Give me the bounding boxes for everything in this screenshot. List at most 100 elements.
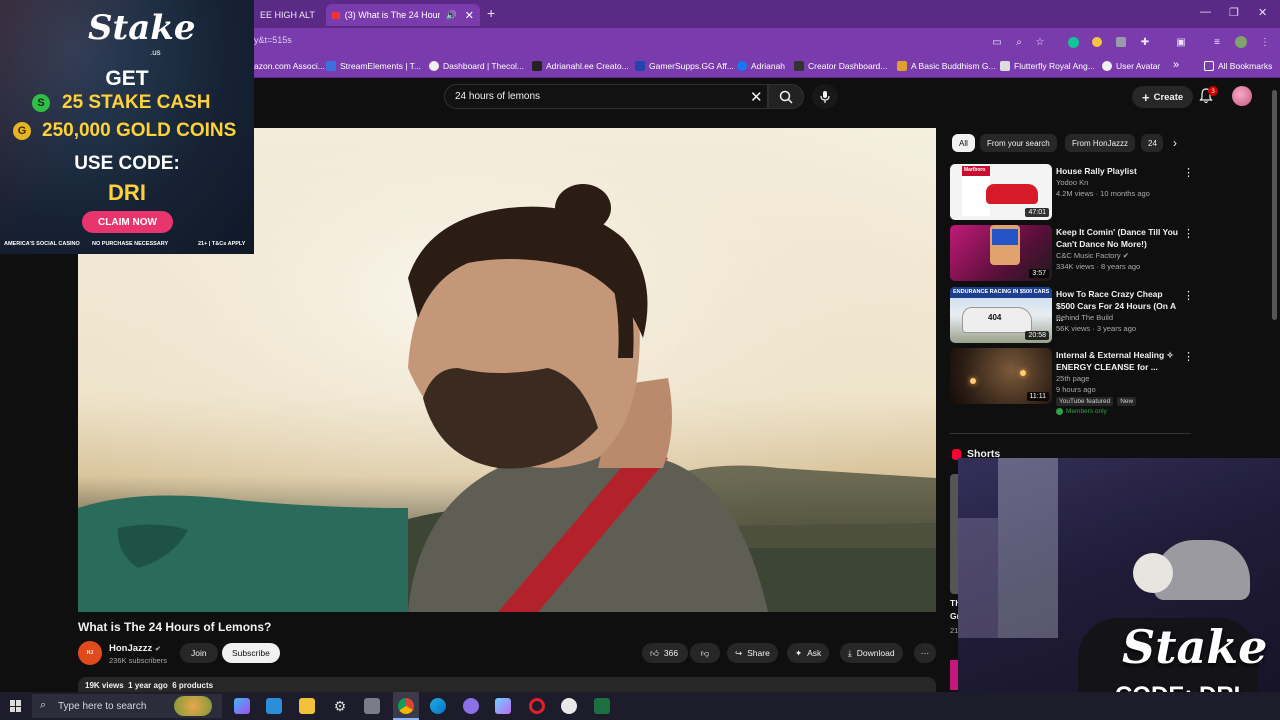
taskbar-search-input[interactable]: ⌕ Type here to search <box>32 694 222 718</box>
rec-title[interactable]: Keep It Comin' (Dance Till You Can't Dan… <box>1056 226 1180 250</box>
ask-button[interactable]: ✦ Ask <box>787 643 830 663</box>
restore-icon[interactable]: ❐ <box>1229 6 1239 19</box>
chip-all[interactable]: All <box>952 134 975 152</box>
puzzle-icon[interactable]: ✚ <box>1138 35 1152 49</box>
zoom-icon[interactable]: ⌕ <box>1012 35 1026 49</box>
app-icon[interactable] <box>495 698 511 714</box>
claim-now-button[interactable]: CLAIM NOW <box>82 211 173 233</box>
tab-search-icon[interactable]: ≡ <box>1210 35 1224 49</box>
close-window-icon[interactable]: ✕ <box>1258 6 1267 19</box>
obs-icon[interactable] <box>561 698 577 714</box>
plus-icon: + <box>1142 89 1150 105</box>
close-icon[interactable]: ✕ <box>465 9 474 22</box>
dislike-button[interactable]: 👎︎ <box>690 643 720 663</box>
rec-meta: 9 hours ago <box>1056 385 1096 394</box>
bookmark-item[interactable]: Adrianah <box>737 61 785 71</box>
bookmark-item[interactable]: A Basic Buddhism G... <box>897 61 996 71</box>
kebab-menu-icon[interactable]: ⋮ <box>1183 289 1194 302</box>
ad-footer-2: NO PURCHASE NECESSARY <box>92 241 169 247</box>
file-explorer-icon[interactable] <box>299 698 315 714</box>
bookmark-item[interactable]: Creator Dashboard... <box>794 61 887 71</box>
extension-icon[interactable] <box>1114 35 1128 49</box>
recommendation-item[interactable]: Marlboro 47:01 House Rally Playlist Yodo… <box>950 164 1194 220</box>
copilot-icon[interactable] <box>234 698 250 714</box>
browser-tab-active[interactable]: (3) What is The 24 Hours of 🔊 ✕ <box>326 4 480 26</box>
rec-channel[interactable]: 25th page <box>1056 374 1089 383</box>
discord-icon[interactable] <box>463 698 479 714</box>
bookmark-item[interactable]: GamerSupps.GG Aff... <box>635 61 734 71</box>
download-button[interactable]: ⤓ Download <box>840 643 903 663</box>
create-button[interactable]: + Create <box>1132 86 1194 108</box>
settings-gear-icon[interactable]: ⚙ <box>332 698 348 714</box>
menu-kebab-icon[interactable]: ⋮ <box>1258 35 1272 49</box>
chip-from-your-search[interactable]: From your search <box>980 134 1057 152</box>
bookmark-label: A Basic Buddhism G... <box>911 61 996 71</box>
profile-avatar-icon[interactable] <box>1234 35 1248 49</box>
extension-icon[interactable] <box>1090 35 1104 49</box>
join-button[interactable]: Join <box>180 643 218 663</box>
app-icon[interactable] <box>364 698 380 714</box>
account-avatar[interactable] <box>1232 86 1252 106</box>
cast-icon[interactable]: ▭ <box>990 35 1004 49</box>
url-text[interactable]: y&t=515s <box>254 35 292 45</box>
stake-cash-icon: S <box>32 94 50 112</box>
bookmark-item[interactable]: StreamElements | T... <box>326 61 421 71</box>
like-button[interactable]: 👍︎ 366 <box>642 643 688 663</box>
minimize-icon[interactable]: — <box>1200 6 1211 18</box>
stake-logo-suffix: .us <box>150 48 161 57</box>
all-bookmarks-button[interactable]: All Bookmarks <box>1204 61 1272 71</box>
edge-icon[interactable] <box>430 698 446 714</box>
hair-graphic <box>1133 553 1173 593</box>
video-thumbnail[interactable]: ENDURANCE RACING IN $500 CARS 404 20:58 <box>950 287 1052 343</box>
gamersupps-icon <box>635 61 645 71</box>
chip-from-channel[interactable]: From HonJazzz <box>1065 134 1136 152</box>
kebab-menu-icon[interactable]: ⋮ <box>1183 227 1194 240</box>
kebab-menu-icon[interactable]: ⋮ <box>1183 166 1194 179</box>
rec-channel[interactable]: Yodoo Kn <box>1056 178 1088 187</box>
search-button[interactable] <box>768 84 804 109</box>
search-query[interactable]: 24 hours of lemons <box>455 91 540 102</box>
video-thumbnail[interactable]: Marlboro 47:01 <box>950 164 1052 220</box>
recommendation-item[interactable]: 11:11 Internal & External Healing ✧ ENER… <box>950 348 1194 415</box>
microphone-icon <box>820 90 830 103</box>
new-tab-button[interactable]: + <box>487 5 495 21</box>
scrollbar[interactable] <box>1272 90 1277 320</box>
bookmark-item[interactable]: Dashboard | Thecol... <box>429 61 524 71</box>
video-thumbnail[interactable]: 11:11 <box>950 348 1052 404</box>
voice-search-button[interactable] <box>812 84 838 109</box>
creator-icon <box>794 61 804 71</box>
subscribe-button[interactable]: Subscribe <box>222 643 280 663</box>
rec-channel[interactable]: Behind The Build <box>1056 313 1113 322</box>
channel-avatar[interactable]: HJ <box>78 641 102 665</box>
excel-icon[interactable] <box>594 698 610 714</box>
chevron-right-icon[interactable]: › <box>1173 136 1177 150</box>
bookmark-star-icon[interactable]: ☆ <box>1033 35 1047 49</box>
speaker-icon[interactable]: 🔊 <box>446 10 457 21</box>
windows-start-icon[interactable] <box>10 700 22 712</box>
share-button[interactable]: ↪ Share <box>727 643 778 663</box>
bookmark-item[interactable]: User Avatar <box>1102 61 1160 71</box>
rec-title[interactable]: Internal & External Healing ✧ ENERGY CLE… <box>1056 349 1180 373</box>
rec-meta: 56K views · 3 years ago <box>1056 324 1137 333</box>
webcam-overlay: Stake CODE: DRI <box>958 458 1280 720</box>
browser-tab-inactive[interactable]: EE HIGH ALT ✕ <box>254 4 320 26</box>
kebab-menu-icon[interactable]: ⋮ <box>1183 350 1194 363</box>
bookmark-item[interactable]: Flutterfly Royal Ang... <box>1000 61 1095 71</box>
clear-search-icon[interactable]: ✕ <box>750 88 763 106</box>
bookmark-item[interactable]: azon.com Associ... <box>254 61 325 71</box>
video-thumbnail[interactable]: 3:57 <box>950 225 1052 281</box>
rec-title[interactable]: House Rally Playlist <box>1056 165 1180 177</box>
sidepanel-icon[interactable]: ▣ <box>1174 35 1188 49</box>
task-view-icon[interactable] <box>266 698 282 714</box>
channel-name[interactable]: HonJazzz ✔ <box>109 643 161 654</box>
rec-channel[interactable]: C&C Music Factory ✔ <box>1056 251 1129 260</box>
opera-icon[interactable] <box>529 698 545 714</box>
recommendation-item[interactable]: 3:57 Keep It Comin' (Dance Till You Can'… <box>950 225 1194 281</box>
bookmark-item[interactable]: Adrianahl.ee Creato... <box>532 61 629 71</box>
chrome-icon[interactable] <box>398 698 414 714</box>
grammarly-extension-icon[interactable] <box>1066 35 1080 49</box>
more-bookmarks-button[interactable]: » <box>1173 59 1179 71</box>
recommendation-item[interactable]: ENDURANCE RACING IN $500 CARS 404 20:58 … <box>950 287 1194 343</box>
more-actions-button[interactable]: ··· <box>914 643 936 663</box>
chip-partial[interactable]: 24 <box>1141 134 1163 152</box>
